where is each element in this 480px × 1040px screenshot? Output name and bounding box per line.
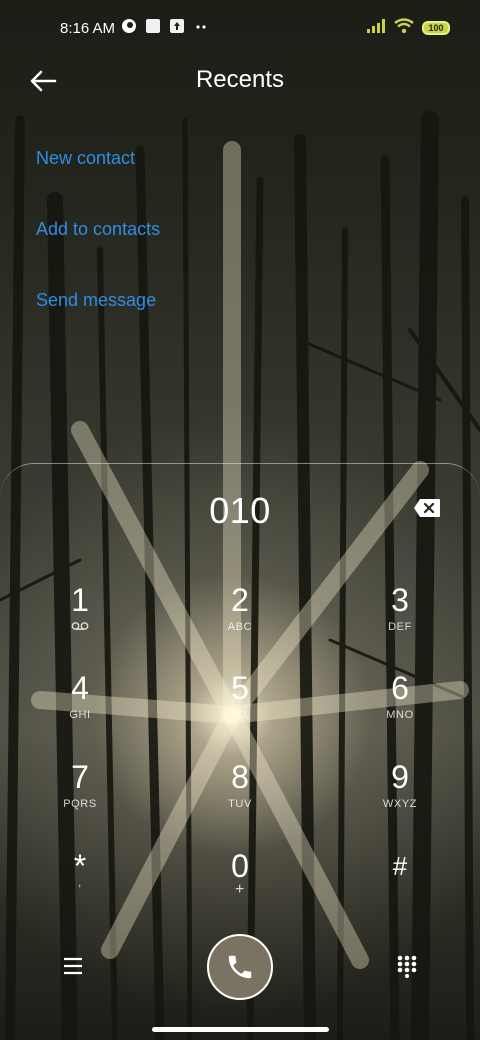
add-to-contacts-link[interactable]: Add to contacts — [36, 219, 160, 240]
square-notification-icon — [145, 18, 161, 38]
dialed-number: 010 — [209, 490, 271, 531]
wifi-icon — [394, 18, 414, 38]
key-3[interactable]: 3 DEF — [355, 581, 445, 661]
key-digit: 7 — [71, 759, 89, 795]
key-letters: GHI — [69, 709, 91, 721]
key-letters: ABC — [227, 621, 253, 633]
phone-icon — [228, 955, 252, 979]
battery-icon: 100 — [422, 21, 450, 35]
key-digit: 4 — [71, 670, 89, 706]
new-contact-link[interactable]: New contact — [36, 148, 135, 169]
call-button[interactable] — [207, 934, 273, 1000]
key-letters: MNO — [386, 709, 414, 721]
key-letters: PQRS — [63, 798, 97, 810]
key-2[interactable]: 2 ABC — [195, 581, 285, 661]
key-digit: 0 — [231, 848, 249, 884]
key-letters: + — [235, 881, 245, 898]
key-letters: DEF — [388, 621, 412, 633]
key-digit: 6 — [391, 670, 409, 706]
voicemail-icon — [35, 621, 125, 634]
dialpad-panel: 010 1 2 ABC 3 DEF 4 GHI 5 JKL 6 MNO 7 PQ… — [0, 463, 480, 1040]
status-bar: 8:16 AM 100 — [0, 0, 480, 56]
key-digit: 2 — [231, 582, 249, 618]
key-9[interactable]: 9 WXYZ — [355, 758, 445, 838]
key-1[interactable]: 1 — [35, 581, 125, 661]
signal-icon — [366, 18, 386, 38]
key-4[interactable]: 4 GHI — [35, 669, 125, 749]
key-digit: 1 — [71, 582, 89, 618]
hamburger-menu-icon — [64, 957, 82, 975]
header: Recents — [0, 56, 480, 108]
app-notification-icon — [121, 18, 137, 38]
more-dots-icon — [193, 18, 209, 38]
key-8[interactable]: 8 TUV — [195, 758, 285, 838]
key-letters: WXYZ — [382, 798, 418, 810]
key-letters: TUV — [228, 798, 252, 810]
key-0[interactable]: 0 + — [195, 847, 285, 927]
dialpad-toggle-button[interactable] — [396, 954, 418, 983]
key-digit: 5 — [231, 670, 249, 706]
send-message-link[interactable]: Send message — [36, 290, 156, 311]
key-digit: 8 — [231, 759, 249, 795]
home-indicator[interactable] — [152, 1027, 329, 1032]
backspace-icon — [414, 499, 440, 517]
backspace-button[interactable] — [413, 498, 441, 518]
key-7[interactable]: 7 PQRS — [35, 758, 125, 838]
key-6[interactable]: 6 MNO — [355, 669, 445, 749]
key-digit: 3 — [391, 582, 409, 618]
key-letters: , — [78, 877, 82, 889]
key-hash[interactable]: # — [355, 847, 445, 927]
key-5[interactable]: 5 JKL — [195, 669, 285, 749]
key-digit: 9 — [391, 759, 409, 795]
key-digit: # — [392, 851, 408, 881]
status-right-icons: 100 — [366, 18, 450, 38]
menu-button[interactable] — [62, 956, 84, 981]
key-letters: JKL — [229, 709, 251, 721]
key-star[interactable]: * , — [35, 847, 125, 927]
upload-icon — [169, 18, 185, 38]
dialpad-grid-icon — [397, 955, 417, 978]
page-title: Recents — [195, 66, 285, 93]
status-time: 8:16 AM — [60, 19, 116, 37]
